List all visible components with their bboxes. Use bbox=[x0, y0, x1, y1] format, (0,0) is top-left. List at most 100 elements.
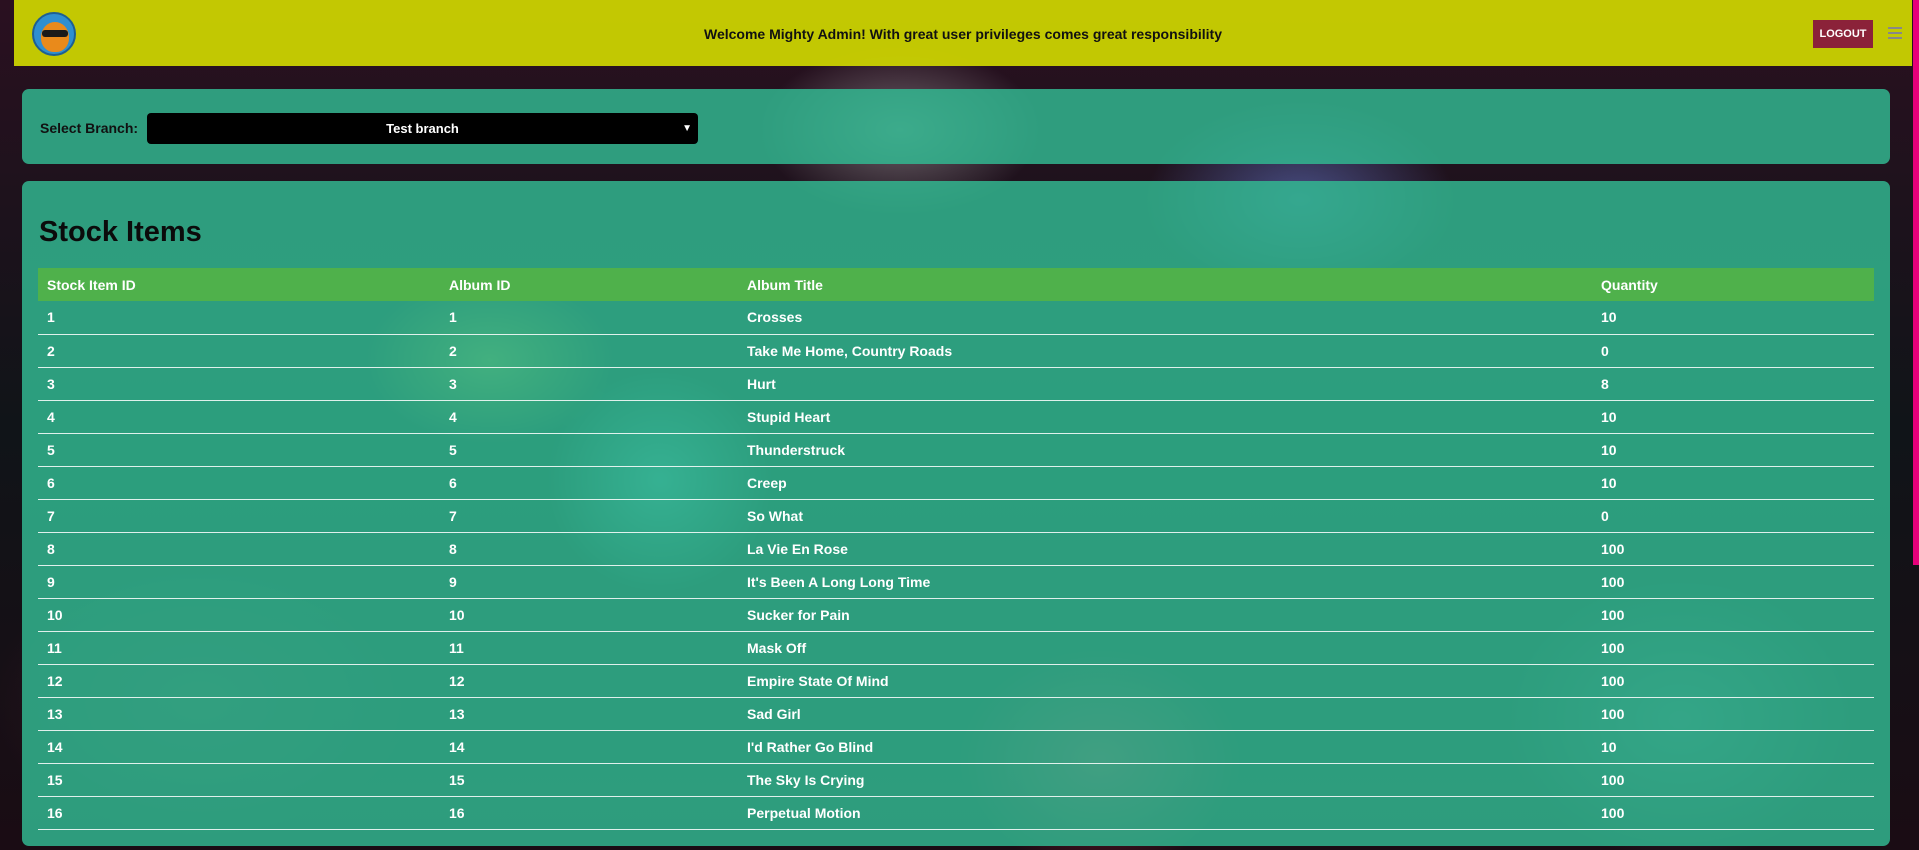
album-id-cell: 1 bbox=[440, 301, 738, 335]
album-title-cell: The Sky Is Crying bbox=[738, 763, 1592, 797]
album-id-cell: 11 bbox=[440, 631, 738, 665]
table-row[interactable]: 3 3 Hurt 8 bbox=[38, 367, 1874, 401]
album-id-cell: 8 bbox=[440, 532, 738, 566]
quantity-cell: 100 bbox=[1592, 664, 1874, 698]
album-title-cell: So What bbox=[738, 499, 1592, 533]
stock-item-id-cell: 9 bbox=[38, 565, 440, 599]
quantity-cell: 10 bbox=[1592, 433, 1874, 467]
album-title-cell: Perpetual Motion bbox=[738, 796, 1592, 830]
logout-button[interactable]: LOGOUT bbox=[1813, 20, 1873, 48]
stock-item-id-cell: 10 bbox=[38, 598, 440, 632]
stock-item-id-cell: 2 bbox=[38, 334, 440, 368]
quantity-cell: 100 bbox=[1592, 598, 1874, 632]
quantity-cell: 100 bbox=[1592, 697, 1874, 731]
table-row[interactable]: 12 12 Empire State Of Mind 100 bbox=[38, 664, 1874, 698]
quantity-cell: 100 bbox=[1592, 763, 1874, 797]
branch-select-value: Test branch bbox=[386, 121, 459, 136]
page-title: Stock Items bbox=[39, 216, 202, 248]
album-id-cell: 6 bbox=[440, 466, 738, 500]
quantity-cell: 0 bbox=[1592, 499, 1874, 533]
column-header-stock-item-id[interactable]: Stock Item ID bbox=[38, 268, 440, 301]
column-header-album-title[interactable]: Album Title bbox=[738, 268, 1592, 301]
welcome-message: Welcome Mighty Admin! With great user pr… bbox=[704, 26, 1222, 42]
stock-item-id-cell: 3 bbox=[38, 367, 440, 401]
table-row[interactable]: 4 4 Stupid Heart 10 bbox=[38, 400, 1874, 434]
scrollbar-accent bbox=[1913, 0, 1919, 565]
table-header-row: Stock Item ID Album ID Album Title Quant… bbox=[38, 268, 1874, 301]
album-id-cell: 5 bbox=[440, 433, 738, 467]
album-title-cell: Mask Off bbox=[738, 631, 1592, 665]
menu-bar bbox=[1888, 27, 1902, 29]
album-id-cell: 13 bbox=[440, 697, 738, 731]
quantity-cell: 100 bbox=[1592, 631, 1874, 665]
table-row[interactable]: 6 6 Creep 10 bbox=[38, 466, 1874, 500]
album-title-cell: Hurt bbox=[738, 367, 1592, 401]
table-row[interactable]: 11 11 Mask Off 100 bbox=[38, 631, 1874, 665]
quantity-cell: 100 bbox=[1592, 532, 1874, 566]
menu-bar bbox=[1888, 37, 1902, 39]
album-id-cell: 14 bbox=[440, 730, 738, 764]
album-id-cell: 15 bbox=[440, 763, 738, 797]
stock-item-id-cell: 8 bbox=[38, 532, 440, 566]
table-row[interactable]: 5 5 Thunderstruck 10 bbox=[38, 433, 1874, 467]
stock-item-id-cell: 11 bbox=[38, 631, 440, 665]
album-id-cell: 16 bbox=[440, 796, 738, 830]
stock-item-id-cell: 12 bbox=[38, 664, 440, 698]
table-row[interactable]: 9 9 It's Been A Long Long Time 100 bbox=[38, 565, 1874, 599]
album-id-cell: 2 bbox=[440, 334, 738, 368]
column-header-album-id[interactable]: Album ID bbox=[440, 268, 738, 301]
stock-table: Stock Item ID Album ID Album Title Quant… bbox=[38, 268, 1874, 830]
album-title-cell: Take Me Home, Country Roads bbox=[738, 334, 1592, 368]
album-title-cell: Thunderstruck bbox=[738, 433, 1592, 467]
table-row[interactable]: 16 16 Perpetual Motion 100 bbox=[38, 796, 1874, 830]
album-title-cell: Sad Girl bbox=[738, 697, 1592, 731]
stock-item-id-cell: 6 bbox=[38, 466, 440, 500]
stock-item-id-cell: 4 bbox=[38, 400, 440, 434]
stock-item-id-cell: 13 bbox=[38, 697, 440, 731]
album-id-cell: 3 bbox=[440, 367, 738, 401]
stock-item-id-cell: 5 bbox=[38, 433, 440, 467]
stock-item-id-cell: 16 bbox=[38, 796, 440, 830]
album-title-cell: I'd Rather Go Blind bbox=[738, 730, 1592, 764]
quantity-cell: 0 bbox=[1592, 334, 1874, 368]
branch-panel: Select Branch: Test branch ▼ bbox=[22, 89, 1890, 164]
chevron-down-icon: ▼ bbox=[682, 123, 692, 134]
stock-table-body: 1 1 Crosses 10 2 2 Take Me Home, Country Roads… bbox=[38, 301, 1874, 830]
menu-bar bbox=[1888, 32, 1902, 34]
stock-item-id-cell: 1 bbox=[38, 301, 440, 335]
album-title-cell: Empire State Of Mind bbox=[738, 664, 1592, 698]
album-id-cell: 10 bbox=[440, 598, 738, 632]
quantity-cell: 10 bbox=[1592, 730, 1874, 764]
stock-item-id-cell: 14 bbox=[38, 730, 440, 764]
table-row[interactable]: 7 7 So What 0 bbox=[38, 499, 1874, 533]
album-title-cell: Sucker for Pain bbox=[738, 598, 1592, 632]
table-row[interactable]: 13 13 Sad Girl 100 bbox=[38, 697, 1874, 731]
table-row[interactable]: 1 1 Crosses 10 bbox=[38, 301, 1874, 335]
table-row[interactable]: 10 10 Sucker for Pain 100 bbox=[38, 598, 1874, 632]
table-row[interactable]: 2 2 Take Me Home, Country Roads 0 bbox=[38, 334, 1874, 368]
album-title-cell: Stupid Heart bbox=[738, 400, 1592, 434]
table-row[interactable]: 15 15 The Sky Is Crying 100 bbox=[38, 763, 1874, 797]
stock-item-id-cell: 15 bbox=[38, 763, 440, 797]
album-id-cell: 7 bbox=[440, 499, 738, 533]
album-id-cell: 12 bbox=[440, 664, 738, 698]
branch-label: Select Branch: bbox=[40, 120, 139, 136]
quantity-cell: 10 bbox=[1592, 301, 1874, 335]
album-id-cell: 4 bbox=[440, 400, 738, 434]
quantity-cell: 100 bbox=[1592, 565, 1874, 599]
quantity-cell: 10 bbox=[1592, 466, 1874, 500]
album-title-cell: La Vie En Rose bbox=[738, 532, 1592, 566]
quantity-cell: 10 bbox=[1592, 400, 1874, 434]
top-header: Welcome Mighty Admin! With great user pr… bbox=[14, 0, 1912, 66]
quantity-cell: 100 bbox=[1592, 796, 1874, 830]
quantity-cell: 8 bbox=[1592, 367, 1874, 401]
stock-panel: Stock Items Stock Item ID Album ID Album… bbox=[22, 181, 1890, 846]
table-row[interactable]: 14 14 I'd Rather Go Blind 10 bbox=[38, 730, 1874, 764]
hamburger-menu-icon[interactable] bbox=[1888, 27, 1902, 39]
stock-item-id-cell: 7 bbox=[38, 499, 440, 533]
album-title-cell: Creep bbox=[738, 466, 1592, 500]
column-header-quantity[interactable]: Quantity bbox=[1592, 268, 1874, 301]
table-row[interactable]: 8 8 La Vie En Rose 100 bbox=[38, 532, 1874, 566]
album-title-cell: It's Been A Long Long Time bbox=[738, 565, 1592, 599]
branch-select[interactable]: Test branch ▼ bbox=[147, 113, 698, 144]
